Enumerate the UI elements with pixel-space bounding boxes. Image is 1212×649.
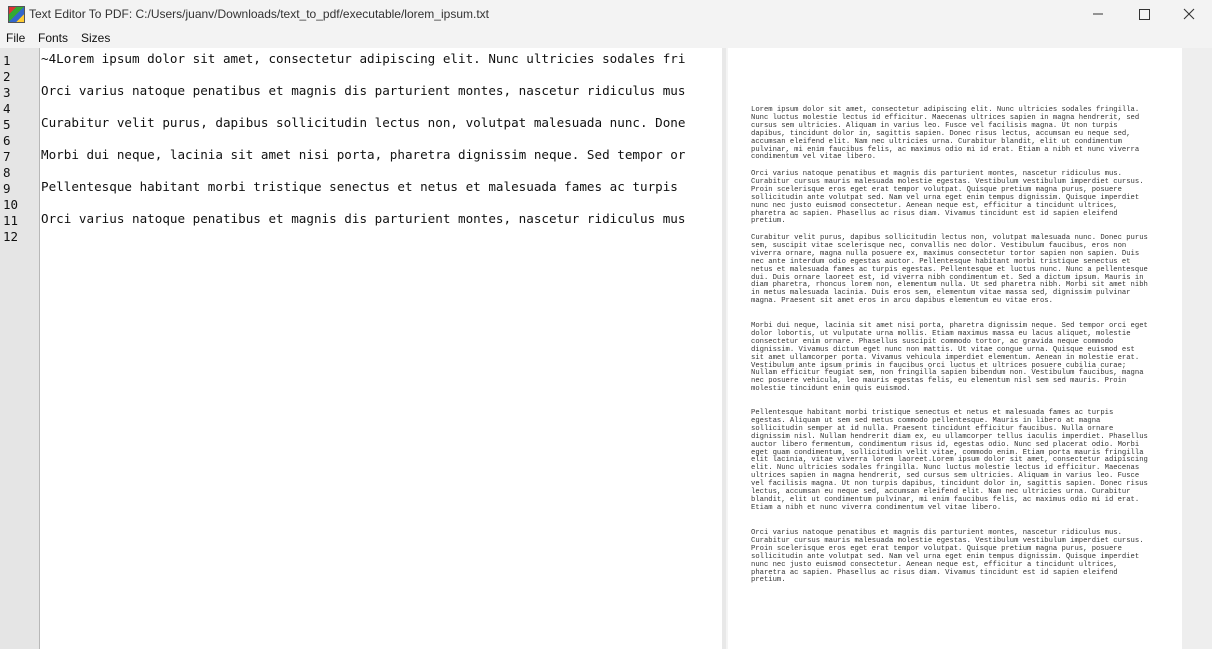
close-button[interactable] <box>1166 0 1212 28</box>
text-editor[interactable]: ~4Lorem ipsum dolor sit amet, consectetu… <box>40 48 724 649</box>
line-number: 6 <box>3 133 11 148</box>
line-number: 2 <box>3 69 11 84</box>
title-bar: Text Editor To PDF: C:/Users/juanv/Downl… <box>0 0 1212 28</box>
preview-paragraph: Lorem ipsum dolor sit amet, consectetur … <box>751 106 1140 162</box>
app-icon <box>8 6 25 23</box>
preview-paragraph: Orci varius natoque penatibus et magnis … <box>751 170 1144 226</box>
line-number: 12 <box>3 229 19 244</box>
editor-line: Morbi dui neque, lacinia sit amet nisi p… <box>41 147 686 162</box>
minimize-icon <box>1093 13 1103 15</box>
line-number: 1 <box>3 53 11 68</box>
line-number: 7 <box>3 149 11 164</box>
line-number: 4 <box>3 101 11 116</box>
line-number-gutter: 1 2 3 4 5 6 7 8 9 10 11 12 <box>0 48 40 649</box>
window-title: Text Editor To PDF: C:/Users/juanv/Downl… <box>29 7 489 21</box>
menu-sizes[interactable]: Sizes <box>81 31 110 45</box>
pdf-preview-pane: Lorem ipsum dolor sit amet, consectetur … <box>726 48 1182 649</box>
line-number: 11 <box>3 213 19 228</box>
preview-paragraph: Pellentesque habitant morbi tristique se… <box>751 409 1148 512</box>
editor-line: Pellentesque habitant morbi tristique se… <box>41 179 678 194</box>
pdf-page: Lorem ipsum dolor sit amet, consectetur … <box>728 48 1182 649</box>
editor-line: Orci varius natoque penatibus et magnis … <box>41 211 686 226</box>
line-number: 3 <box>3 85 11 100</box>
editor-line: Orci varius natoque penatibus et magnis … <box>41 83 686 98</box>
editor-line: Curabitur velit purus, dapibus sollicitu… <box>41 115 686 130</box>
editor-line: ~4Lorem ipsum dolor sit amet, consectetu… <box>41 51 686 66</box>
close-icon <box>1183 8 1195 20</box>
line-number: 5 <box>3 117 11 132</box>
menu-file[interactable]: File <box>6 31 25 45</box>
maximize-icon <box>1138 8 1150 20</box>
preview-paragraph: Orci varius natoque penatibus et magnis … <box>751 529 1144 585</box>
preview-paragraph: Morbi dui neque, lacinia sit amet nisi p… <box>751 322 1148 394</box>
vertical-scrollbar[interactable] <box>1182 48 1212 649</box>
minimize-button[interactable] <box>1075 0 1121 28</box>
menu-fonts[interactable]: Fonts <box>38 31 68 45</box>
menu-bar: File Fonts Sizes <box>0 28 1212 48</box>
maximize-button[interactable] <box>1121 0 1167 28</box>
line-number: 10 <box>3 197 19 212</box>
line-number: 8 <box>3 165 11 180</box>
preview-paragraph: Curabitur velit purus, dapibus sollicitu… <box>751 234 1148 306</box>
line-number: 9 <box>3 181 11 196</box>
